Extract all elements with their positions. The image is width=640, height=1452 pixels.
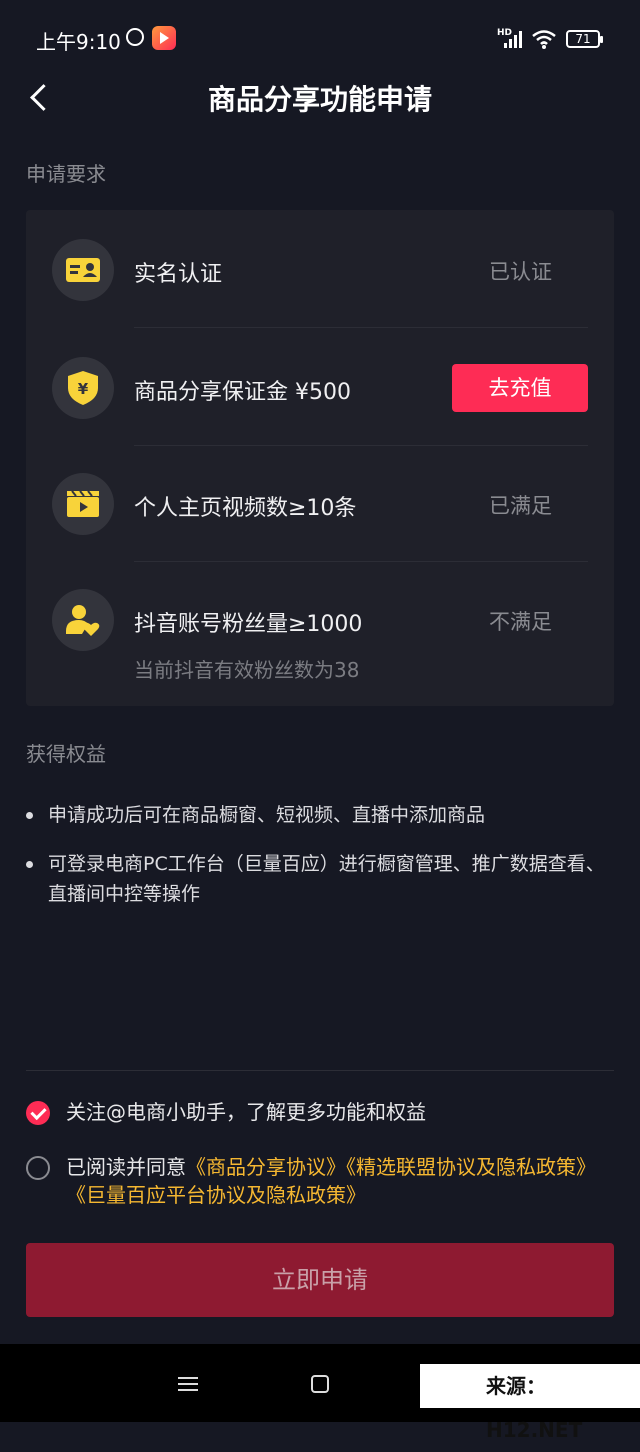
requirement-label: 个人主页视频数≥10条 (134, 496, 357, 521)
fans-icon (52, 589, 114, 651)
signal-icon (500, 30, 522, 48)
benefit-item: 可登录电商PC工作台（巨量百应）进行橱窗管理、推广数据查看、直播间中控等操作 (48, 853, 605, 905)
alliance-agreement-link[interactable]: 《精选联盟协议及隐私政策》 (346, 1155, 596, 1179)
wifi-icon (532, 30, 556, 49)
requirement-status: 已满足 (489, 494, 552, 518)
requirement-deposit: ¥ 商品分享保证金 ¥500 去充值 (26, 328, 614, 446)
status-time: 上午9:10 (36, 30, 121, 54)
requirement-video-count: 个人主页视频数≥10条 已满足 (26, 446, 614, 562)
svg-text:¥: ¥ (78, 380, 89, 398)
alarm-icon (126, 28, 144, 46)
video-clapper-icon (52, 473, 114, 535)
follow-text[interactable]: 关注@电商小助手，了解更多功能和权益 (66, 1098, 614, 1126)
yen-shield-icon: ¥ (52, 357, 114, 419)
requirements-card: 实名认证 已认证 ¥ 商品分享保证金 ¥500 去充值 个人主页视频数≥10条 … (26, 210, 614, 706)
requirement-status: 不满足 (489, 610, 552, 634)
home-icon[interactable] (311, 1375, 329, 1393)
source-watermark: 来源：H12.NET (420, 1364, 640, 1442)
apply-now-button[interactable]: 立即申请 (26, 1243, 614, 1317)
status-bar: 上午9:10 HD 71 (0, 0, 640, 72)
id-card-icon (52, 239, 114, 301)
requirement-fans-count: 抖音账号粉丝量≥1000 不满足 当前抖音有效粉丝数为38 (26, 562, 614, 706)
benefits-section-title: 获得权益 (26, 742, 106, 766)
requirement-label: 实名认证 (134, 262, 223, 287)
platform-agreement-link[interactable]: 《巨量百应平台协议及隐私政策》 (66, 1183, 366, 1207)
follow-checkbox[interactable] (26, 1101, 50, 1125)
battery-icon: 71 (566, 30, 603, 48)
page-title: 商品分享功能申请 (207, 83, 432, 116)
terms-prefix: 已阅读并同意 (66, 1155, 186, 1179)
benefit-item: 申请成功后可在商品橱窗、短视频、直播中添加商品 (48, 804, 486, 826)
recharge-button[interactable]: 去充值 (452, 364, 588, 412)
app-notification-icon (152, 26, 176, 50)
fans-count-hint: 当前抖音有效粉丝数为38 (134, 658, 360, 682)
terms-checkbox[interactable] (26, 1156, 50, 1180)
bullet-icon (26, 812, 33, 819)
requirements-section-title: 申请要求 (26, 162, 106, 186)
navigation-bar: 商品分享功能申请 (0, 72, 640, 124)
product-share-agreement-link[interactable]: 《商品分享协议》 (186, 1155, 346, 1179)
menu-icon[interactable] (178, 1377, 198, 1391)
terms-text: 已阅读并同意《商品分享协议》《精选联盟协议及隐私政策》《巨量百应平台协议及隐私政… (66, 1153, 614, 1209)
requirement-label: 商品分享保证金 ¥500 (134, 380, 351, 405)
requirement-label: 抖音账号粉丝量≥1000 (134, 612, 363, 637)
bullet-icon (26, 861, 33, 868)
requirement-real-name: 实名认证 已认证 (26, 210, 614, 328)
divider (26, 1070, 614, 1071)
requirement-status: 已认证 (489, 260, 552, 284)
